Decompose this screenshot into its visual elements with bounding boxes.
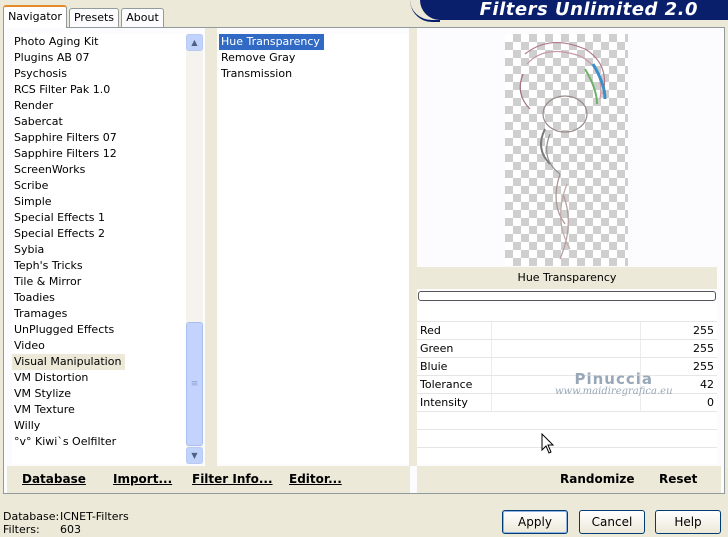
slider-value: 255 (693, 360, 714, 373)
slider-value: 0 (707, 396, 714, 409)
category-item[interactable]: UnPlugged Effects (12, 322, 118, 338)
category-item[interactable]: VM Texture (12, 402, 79, 418)
slider-label: Bluie (420, 360, 448, 373)
import-button[interactable]: Import... (113, 466, 172, 493)
category-item[interactable]: Sybia (12, 242, 48, 258)
category-item[interactable]: Sapphire Filters 07 (12, 130, 121, 146)
status-database-value: ICNET-Filters (60, 510, 129, 523)
category-item[interactable]: Teph's Tricks (12, 258, 87, 274)
category-item[interactable]: Render (12, 98, 57, 114)
filter-item[interactable]: Remove Gray (219, 50, 299, 66)
category-item[interactable]: Sabercat (12, 114, 67, 130)
slider-red[interactable]: Red 255 (417, 321, 717, 340)
slider-value: 255 (693, 324, 714, 337)
editor-button[interactable]: Editor... (289, 466, 342, 493)
category-item[interactable]: Toadies (12, 290, 59, 306)
grip-icon: ≡ (190, 379, 199, 389)
category-item[interactable]: Tramages (12, 306, 71, 322)
empty-slider-row (417, 429, 717, 447)
category-item[interactable]: VM Distortion (12, 370, 92, 386)
slider-track[interactable] (491, 340, 641, 358)
category-item[interactable]: Simple (12, 194, 56, 210)
category-list[interactable]: Photo Aging Kit Plugins AB 07 Psychosis RCS… (12, 34, 186, 464)
category-item[interactable]: °v° Kiwi`s Oelfilter (12, 434, 120, 450)
category-item[interactable]: Sapphire Filters 12 (12, 146, 121, 162)
bottom-toolbar-right: Randomize Reset (417, 466, 721, 493)
slider-value: 255 (693, 342, 714, 355)
app-title: Filters Unlimited 2.0 (420, 0, 728, 20)
filter-item[interactable]: Hue Transparency (219, 34, 324, 50)
bottom-toolbar-left: Database Import... Filter Info... Editor… (7, 466, 410, 493)
tab-presets[interactable]: Presets (69, 8, 119, 27)
reset-button[interactable]: Reset (659, 466, 697, 493)
filter-info-button[interactable]: Filter Info... (192, 466, 273, 493)
apply-button[interactable]: Apply (502, 510, 568, 534)
filter-item[interactable]: Transmission (219, 66, 296, 82)
cancel-button[interactable]: Cancel (579, 510, 645, 534)
tab-about[interactable]: About (121, 8, 164, 27)
category-item[interactable]: Psychosis (12, 66, 71, 82)
scroll-thumb[interactable]: ≡ (186, 322, 203, 446)
filter-title: Hue Transparency (417, 267, 717, 289)
category-item[interactable]: Special Effects 2 (12, 226, 109, 242)
category-item[interactable]: Visual Manipulation (12, 354, 126, 370)
status-filters-label: Filters: (3, 523, 40, 536)
empty-slider-row (417, 447, 717, 465)
empty-slider-row (417, 411, 717, 429)
slider-label: Green (420, 342, 454, 355)
divider (409, 28, 417, 466)
category-item[interactable]: Special Effects 1 (12, 210, 109, 226)
filter-list[interactable]: Hue Transparency Remove Gray Transmission (219, 34, 409, 464)
category-item[interactable]: Photo Aging Kit (12, 34, 102, 50)
status-filters-value: 603 (60, 523, 81, 536)
watermark-url: www.maidiregrafica.eu (555, 386, 673, 397)
category-item[interactable]: ScreenWorks (12, 162, 89, 178)
tab-navigator[interactable]: Navigator (3, 5, 67, 28)
preview-image (505, 34, 628, 266)
category-item[interactable]: Tile & Mirror (12, 274, 85, 290)
slider-green[interactable]: Green 255 (417, 339, 717, 358)
category-item[interactable]: RCS Filter Pak 1.0 (12, 82, 114, 98)
category-scrollbar[interactable]: ▲ ≡ ▼ (186, 34, 203, 464)
category-item[interactable]: VM Stylize (12, 386, 75, 402)
preview-figure (519, 41, 607, 260)
status-database: Database: ICNET-Filters (3, 510, 129, 523)
status-database-label: Database: (3, 510, 60, 523)
slider-track[interactable] (491, 322, 641, 340)
database-button[interactable]: Database (22, 466, 86, 493)
category-item[interactable]: Scribe (12, 178, 52, 194)
progress-bar (418, 291, 716, 301)
divider (205, 28, 217, 466)
slider-label: Red (420, 324, 441, 337)
cursor-icon (541, 433, 555, 454)
arrow-down-icon[interactable]: ▼ (186, 447, 203, 464)
category-item[interactable]: Willy (12, 418, 44, 434)
arrow-up-icon[interactable]: ▲ (186, 34, 203, 51)
randomize-button[interactable]: Randomize (560, 466, 634, 493)
slider-label: Intensity (420, 396, 468, 409)
slider-label: Tolerance (420, 378, 473, 391)
slider-value: 42 (700, 378, 714, 391)
help-button[interactable]: Help (655, 510, 721, 534)
category-item[interactable]: Plugins AB 07 (12, 50, 93, 66)
status-filters: Filters: 603 (3, 523, 81, 536)
category-item[interactable]: Video (12, 338, 49, 354)
watermark: Pinuccia www.maidiregrafica.eu (555, 370, 673, 397)
